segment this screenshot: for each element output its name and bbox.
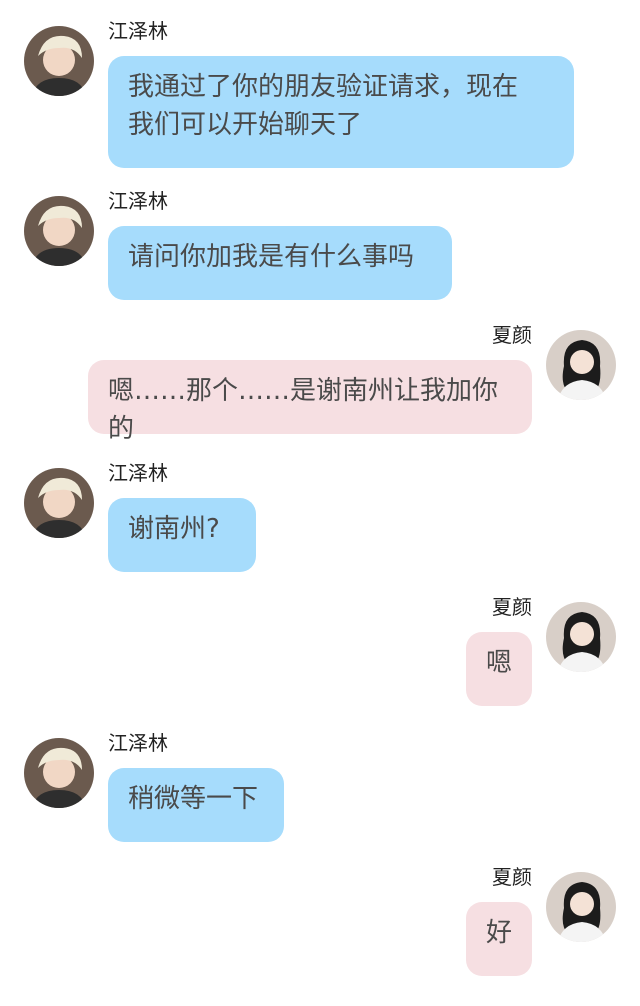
avatar-dark-hair-girl-icon[interactable] (546, 602, 616, 672)
message-row: 夏颜 好 (0, 864, 640, 984)
message-text-line: 嗯 (486, 648, 513, 678)
avatar-dark-hair-girl-icon[interactable] (546, 330, 616, 400)
message-text-line: 好 (486, 918, 513, 948)
message-row: 江泽林 请问你加我是有什么事吗 (0, 188, 640, 308)
avatar-blond-boy-icon[interactable] (24, 196, 94, 266)
message-bubble[interactable]: 我通过了你的朋友验证请求，现在 我们可以开始聊天了 (108, 56, 574, 168)
message-bubble[interactable]: 好 (466, 902, 532, 976)
avatar-dark-hair-girl-icon[interactable] (546, 872, 616, 942)
message-row: 夏颜 嗯 (0, 594, 640, 714)
sender-name: 江泽林 (108, 19, 168, 43)
avatar-blond-boy-icon[interactable] (24, 468, 94, 538)
message-text-line: 请问你加我是有什么事吗 (128, 242, 415, 272)
sender-name: 江泽林 (108, 461, 168, 485)
chat-thread: 江泽林 我通过了你的朋友验证请求，现在 我们可以开始聊天了 江泽林 请问你加我是… (0, 0, 640, 1006)
sender-name: 夏颜 (492, 865, 532, 889)
message-text-line: 谢南州? (128, 514, 220, 544)
message-row: 夏颜 嗯……那个……是谢南州让我加你的 (0, 322, 640, 444)
avatar-blond-boy-icon[interactable] (24, 738, 94, 808)
message-row: 江泽林 我通过了你的朋友验证请求，现在 我们可以开始聊天了 (0, 18, 640, 168)
message-bubble[interactable]: 稍微等一下 (108, 768, 284, 842)
sender-name: 夏颜 (492, 595, 532, 619)
message-row: 江泽林 谢南州? (0, 460, 640, 580)
sender-name: 江泽林 (108, 189, 168, 213)
message-row: 江泽林 稍微等一下 (0, 730, 640, 850)
message-bubble[interactable]: 嗯 (466, 632, 532, 706)
sender-name: 江泽林 (108, 731, 168, 755)
message-text-line: 我们可以开始聊天了 (128, 110, 363, 140)
sender-name: 夏颜 (492, 323, 532, 347)
message-bubble[interactable]: 嗯……那个……是谢南州让我加你的 (88, 360, 532, 444)
message-bubble[interactable]: 谢南州? (108, 498, 256, 572)
message-bubble[interactable]: 请问你加我是有什么事吗 (108, 226, 452, 300)
message-text-line: 稍微等一下 (128, 784, 259, 814)
message-text-line: 我通过了你的朋友验证请求，现在 (128, 72, 519, 102)
message-text-line: 嗯……那个……是谢南州让我加你的 (108, 376, 499, 444)
avatar-blond-boy-icon[interactable] (24, 26, 94, 96)
